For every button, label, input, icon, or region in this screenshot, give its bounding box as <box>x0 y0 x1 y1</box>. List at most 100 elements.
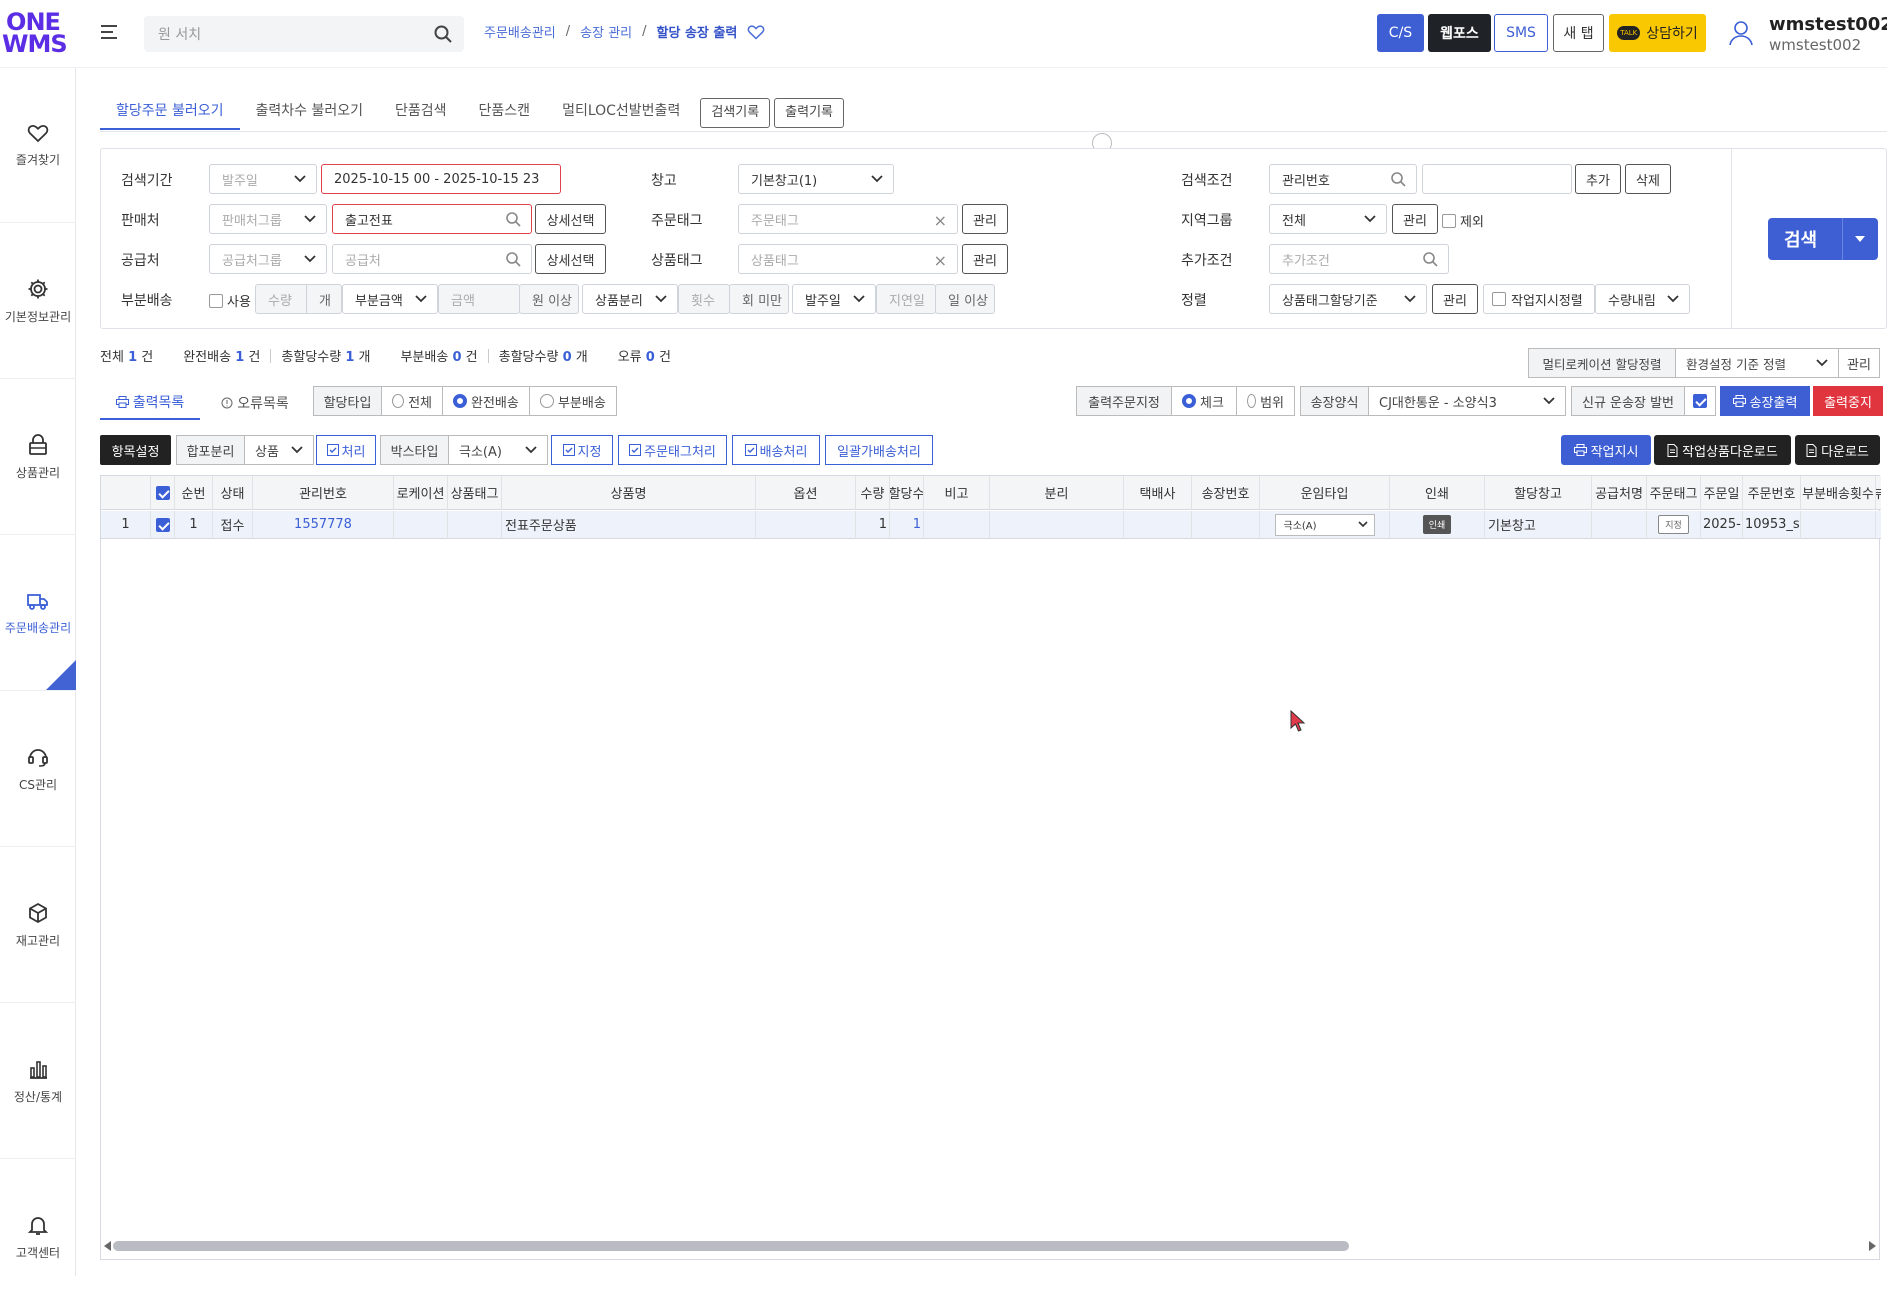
alloc-type-partial-radio[interactable]: 부분배송 <box>529 386 617 416</box>
product-split-select[interactable]: 상품분리 <box>582 284 678 314</box>
qty-sort-select[interactable]: 수량내림 <box>1595 284 1690 314</box>
horizontal-scrollbar[interactable] <box>113 1241 1349 1251</box>
col-header-product-tag[interactable]: 상품태그 <box>448 476 502 510</box>
tab-multi-loc[interactable]: 멀티LOC선발번출력 <box>546 96 696 130</box>
row-checkbox[interactable] <box>151 511 175 539</box>
col-header-product-name[interactable]: 상품명 <box>502 476 756 510</box>
work-order-button[interactable]: 작업지시 <box>1561 435 1651 465</box>
scroll-right-arrow[interactable] <box>1868 1241 1876 1251</box>
heart-icon[interactable] <box>747 24 765 40</box>
period-range-input[interactable]: 2025-10-15 00 - 2025-10-15 23 <box>321 164 561 194</box>
search-icon[interactable] <box>434 25 452 43</box>
condition-input[interactable] <box>1422 164 1572 194</box>
col-header-supplier[interactable]: 공급처명 <box>1592 476 1647 510</box>
tab-print-batch[interactable]: 출력차수 불러오기 <box>240 96 380 130</box>
print-button[interactable]: 인쇄 <box>1422 515 1452 534</box>
col-header-order-date[interactable]: 주문일 <box>1701 476 1743 510</box>
sidebar-item-cs[interactable]: CS관리 <box>0 692 76 847</box>
print-invoice-button[interactable]: 송장출력 <box>1720 386 1810 416</box>
col-header-qty[interactable]: 수량 <box>856 476 890 510</box>
sidebar-item-products[interactable]: 상품관리 <box>0 380 76 535</box>
sort-select[interactable]: 상품태그할당기준 <box>1269 284 1427 314</box>
col-header-freight[interactable]: 운임타입 <box>1260 476 1390 510</box>
select-all-checkbox[interactable] <box>151 476 175 510</box>
env-sort-manage-button[interactable]: 관리 <box>1838 348 1880 378</box>
col-header-order-no[interactable]: 주문번호 <box>1743 476 1801 510</box>
supplier-input[interactable]: 공급처 <box>332 244 532 274</box>
cell-alloc[interactable]: 1 <box>890 511 924 539</box>
caret-down-icon[interactable] <box>1855 236 1865 242</box>
consult-button[interactable]: TALK 상담하기 <box>1609 14 1706 52</box>
env-sort-select[interactable]: 환경설정 기준 정렬 <box>1675 348 1839 378</box>
global-search-input[interactable]: 원 서치 <box>144 16 464 52</box>
partial-amount-select[interactable]: 부분금액 <box>342 284 438 314</box>
period-type-select[interactable]: 발주일 <box>209 164 317 194</box>
scroll-left-arrow[interactable] <box>104 1241 112 1251</box>
close-icon[interactable]: × <box>934 211 947 230</box>
partial-use-checkbox[interactable]: 사용 <box>209 291 251 310</box>
condition-delete-button[interactable]: 삭제 <box>1625 164 1671 194</box>
search-button[interactable]: 검색 <box>1768 218 1878 260</box>
print-target-check-radio[interactable]: 체크 <box>1171 386 1237 416</box>
col-header-mgmt-no[interactable]: 관리번호 <box>253 476 394 510</box>
extra-condition-input[interactable]: 추가조건 <box>1269 244 1449 274</box>
order-tag-input[interactable]: 주문태그 × <box>738 204 958 234</box>
condition-select[interactable]: 관리번호 <box>1269 164 1417 194</box>
bulk-ship-button[interactable]: 일괄가배송처리 <box>825 435 933 465</box>
invoice-type-select[interactable]: CJ대한통운 - 소양식3 <box>1368 386 1566 416</box>
warehouse-select[interactable]: 기본창고(1) <box>738 164 894 194</box>
col-header-location[interactable]: 로케이션 <box>394 476 448 510</box>
sms-button[interactable]: SMS <box>1494 14 1548 52</box>
sidebar-item-settlement[interactable]: 정산/통계 <box>0 1004 76 1159</box>
work-sort-checkbox[interactable]: 작업지시정렬 <box>1483 284 1595 314</box>
exclude-checkbox[interactable]: 제외 <box>1442 211 1484 230</box>
col-header-more[interactable]: 부 <box>1876 476 1881 510</box>
merge-split-process-button[interactable]: 처리 <box>316 435 376 465</box>
sort-manage-button[interactable]: 관리 <box>1432 284 1478 314</box>
alloc-type-full-radio[interactable]: 완전배송 <box>442 386 530 416</box>
work-download-button[interactable]: 작업상품다운로드 <box>1654 435 1791 465</box>
download-button[interactable]: 다운로드 <box>1795 435 1880 465</box>
breadcrumb-item[interactable]: 송장 관리 <box>580 22 632 41</box>
seller-group-select[interactable]: 판매처그룹 <box>209 204 327 234</box>
order-date-select[interactable]: 발주일 <box>792 284 876 314</box>
condition-add-button[interactable]: 추가 <box>1575 164 1621 194</box>
print-target-range-radio[interactable]: 범위 <box>1236 386 1295 416</box>
order-tag-process-button[interactable]: 주문태그처리 <box>618 435 727 465</box>
region-manage-button[interactable]: 관리 <box>1392 204 1438 234</box>
delay-input[interactable]: 지연일 <box>876 284 936 314</box>
user-icon[interactable] <box>1728 20 1754 46</box>
order-tag-assign-button[interactable]: 지정 <box>1658 515 1689 534</box>
col-header-partial-count[interactable]: 부분배송횟수 <box>1801 476 1876 510</box>
new-invoice-checkbox[interactable] <box>1684 386 1716 416</box>
col-header-warehouse[interactable]: 할당창고 <box>1485 476 1592 510</box>
webpos-button[interactable]: 웹포스 <box>1428 14 1491 52</box>
menu-icon[interactable] <box>99 22 119 42</box>
logo[interactable]: ONE WMS <box>2 10 68 56</box>
tab-alloc-orders[interactable]: 할당주문 불러오기 <box>100 96 240 130</box>
col-header-print[interactable]: 인쇄 <box>1390 476 1485 510</box>
supplier-group-select[interactable]: 공급처그룹 <box>209 244 327 274</box>
col-header-status[interactable]: 상태 <box>213 476 253 510</box>
cs-button[interactable]: C/S <box>1377 14 1424 52</box>
multi-loc-sort-button[interactable]: 멀티로케이션 할당정렬 <box>1528 348 1676 378</box>
cell-mgmt-no-link[interactable]: 1557778 <box>253 511 394 539</box>
amount-input[interactable]: 금액 <box>438 284 520 314</box>
sidebar-item-basic-info[interactable]: 기본정보관리 <box>0 224 76 379</box>
region-select[interactable]: 전체 <box>1269 204 1387 234</box>
partial-qty-input[interactable]: 수량 <box>255 284 307 314</box>
tab-print-list[interactable]: 출력목록 <box>100 386 200 420</box>
order-tag-manage-button[interactable]: 관리 <box>962 204 1008 234</box>
sidebar-item-inventory[interactable]: 재고관리 <box>0 848 76 1003</box>
tab-item-scan[interactable]: 단품스캔 <box>463 96 547 130</box>
print-history-button[interactable]: 출력기록 <box>774 98 845 128</box>
search-history-button[interactable]: 검색기록 <box>700 98 771 128</box>
count-input[interactable]: 횟수 <box>678 284 730 314</box>
seller-detail-button[interactable]: 상세선택 <box>535 204 606 234</box>
tab-item-search[interactable]: 단품검색 <box>379 96 463 130</box>
merge-split-select[interactable]: 상품 <box>244 435 314 465</box>
col-header-split[interactable]: 분리 <box>990 476 1124 510</box>
col-header-alloc[interactable]: 할당수 <box>890 476 924 510</box>
alloc-type-all-radio[interactable]: 전체 <box>381 386 443 416</box>
ship-process-button[interactable]: 배송처리 <box>732 435 820 465</box>
